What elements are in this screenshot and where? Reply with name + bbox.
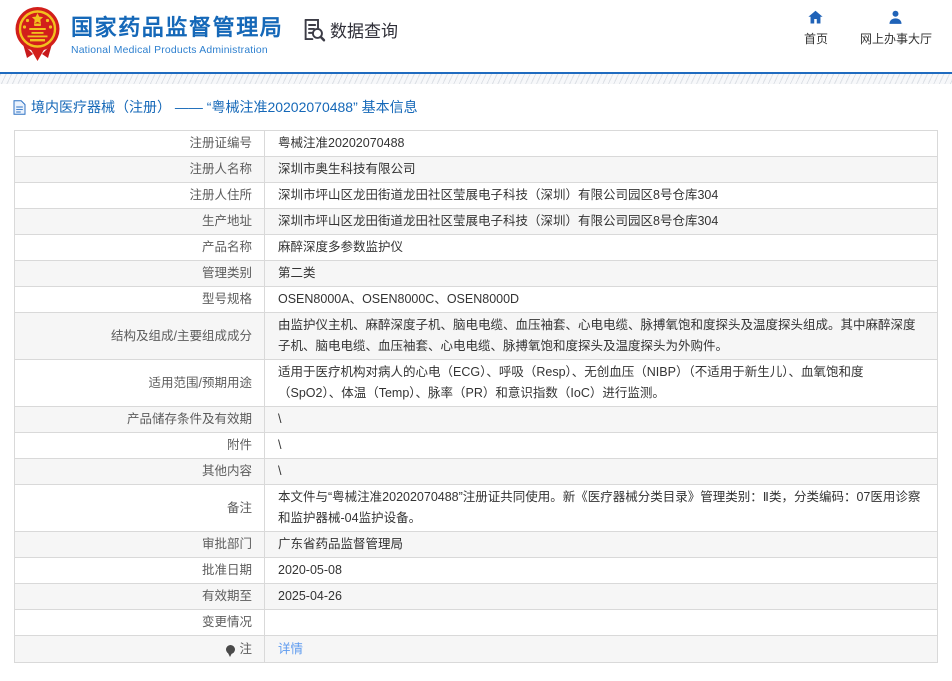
nav-service-hall[interactable]: 网上办事大厅 (860, 9, 932, 47)
document-icon (13, 99, 26, 115)
table-row: 注册人住所 深圳市坪山区龙田街道龙田社区莹展电子科技（深圳）有限公司园区8号仓库3… (15, 183, 937, 209)
info-table: 注册证编号 粤械注准20202070488 注册人名称 深圳市奥生科技有限公司 注册人住… (14, 130, 938, 663)
nmpa-emblem-logo (13, 6, 62, 62)
row-label: 注 (15, 636, 265, 662)
page-title: 境内医疗器械（注册） —— “粤械注准20202070488” 基本信息 (31, 99, 418, 115)
row-value: 粤械注准20202070488 (278, 136, 405, 150)
row-label: 注册人名称 (15, 157, 265, 182)
org-name-en: National Medical Products Administration (71, 45, 268, 56)
table-row: 备注 本文件与“粤械注准20202070488”注册证共同使用。新《医疗器械分类目… (15, 485, 937, 532)
table-row: 型号规格 OSEN8000A、OSEN8000C、OSEN8000D (15, 287, 937, 313)
row-value: 麻醉深度多参数监护仪 (278, 240, 404, 254)
row-value: 深圳市奥生科技有限公司 (278, 162, 416, 176)
table-row: 适用范围/预期用途 适用于医疗机构对病人的心电（ECG）、呼吸（Resp）、无创血… (15, 360, 937, 407)
data-query-label: 数据查询 (330, 22, 398, 41)
row-label: 型号规格 (15, 287, 265, 312)
row-value: OSEN8000A、OSEN8000C、OSEN8000D (278, 292, 520, 306)
row-label: 管理类别 (15, 261, 265, 286)
table-row: 产品储存条件及有效期 \ (15, 407, 937, 433)
row-label: 适用范围/预期用途 (15, 360, 265, 406)
note-balloon-icon (226, 644, 236, 657)
table-row: 注册证编号 粤械注准20202070488 (15, 131, 937, 157)
row-label: 生产地址 (15, 209, 265, 234)
row-label: 产品储存条件及有效期 (15, 407, 265, 432)
row-value: 本文件与“粤械注准20202070488”注册证共同使用。新《医疗器械分类目录》… (278, 490, 921, 525)
detail-link[interactable]: 详情 (278, 639, 303, 660)
row-value: 深圳市坪山区龙田街道龙田社区莹展电子科技（深圳）有限公司园区8号仓库304 (278, 188, 719, 202)
row-value: 2020-05-08 (278, 563, 342, 577)
row-label: 其他内容 (15, 459, 265, 484)
table-row: 有效期至 2025-04-26 (15, 584, 937, 610)
table-row: 产品名称 麻醉深度多参数监护仪 (15, 235, 937, 261)
nav-home[interactable]: 首页 (804, 9, 828, 47)
table-row: 变更情况 (15, 610, 937, 636)
row-label: 产品名称 (15, 235, 265, 260)
row-value: 2025-04-26 (278, 589, 342, 603)
table-row: 审批部门 广东省药品监督管理局 (15, 532, 937, 558)
row-value: \ (278, 438, 282, 452)
row-value: 深圳市坪山区龙田街道龙田社区莹展电子科技（深圳）有限公司园区8号仓库304 (278, 214, 719, 228)
table-row: 生产地址 深圳市坪山区龙田街道龙田社区莹展电子科技（深圳）有限公司园区8号仓库30… (15, 209, 937, 235)
row-label: 变更情况 (15, 610, 265, 635)
row-label: 附件 (15, 433, 265, 458)
page: 国家药品监督管理局 National Medical Products Admi… (0, 0, 952, 681)
row-value: 由监护仪主机、麻醉深度子机、脑电电缆、血压袖套、心电电缆、脉搏氧饱和度探头及温度… (278, 318, 916, 353)
org-names: 国家药品监督管理局 National Medical Products Admi… (71, 6, 283, 56)
row-label: 结构及组成/主要组成成分 (15, 313, 265, 359)
table-row: 结构及组成/主要组成成分 由监护仪主机、麻醉深度子机、脑电电缆、血压袖套、心电电缆… (15, 313, 937, 360)
row-value (265, 610, 937, 635)
table-row: 批准日期 2020-05-08 (15, 558, 937, 584)
row-label: 注册人住所 (15, 183, 265, 208)
row-value: \ (278, 412, 282, 426)
person-icon (887, 9, 904, 26)
nav-service-hall-label: 网上办事大厅 (859, 32, 932, 46)
table-row: 其他内容 \ (15, 459, 937, 485)
row-value: 适用于医疗机构对病人的心电（ECG）、呼吸（Resp）、无创血压（NIBP）（不… (278, 365, 864, 400)
row-value: 第二类 (278, 266, 316, 280)
table-row: 注册人名称 深圳市奥生科技有限公司 (15, 157, 937, 183)
data-query-section[interactable]: 数据查询 (300, 16, 398, 43)
home-icon (807, 9, 824, 26)
row-label: 有效期至 (15, 584, 265, 609)
row-value: 广东省药品监督管理局 (278, 537, 404, 551)
row-label: 审批部门 (15, 532, 265, 557)
stripe-band (0, 74, 952, 84)
row-value: \ (278, 464, 282, 478)
table-row: 附件 \ (15, 433, 937, 459)
row-label: 批准日期 (15, 558, 265, 583)
page-title-bar: 境内医疗器械（注册） —— “粤械注准20202070488” 基本信息 (13, 97, 418, 117)
brand[interactable]: 国家药品监督管理局 National Medical Products Admi… (13, 6, 283, 62)
table-row: 注详情 (15, 636, 937, 662)
nav-home-label: 首页 (803, 32, 828, 46)
org-name-zh: 国家药品监督管理局 (71, 15, 284, 40)
row-label: 注册证编号 (15, 131, 265, 156)
document-search-icon (300, 16, 327, 43)
table-row: 管理类别 第二类 (15, 261, 937, 287)
site-header: 国家药品监督管理局 National Medical Products Admi… (0, 0, 952, 72)
top-nav: 首页 网上办事大厅 (804, 9, 932, 47)
row-label: 备注 (15, 485, 265, 531)
row-value: 详情 (265, 636, 937, 662)
